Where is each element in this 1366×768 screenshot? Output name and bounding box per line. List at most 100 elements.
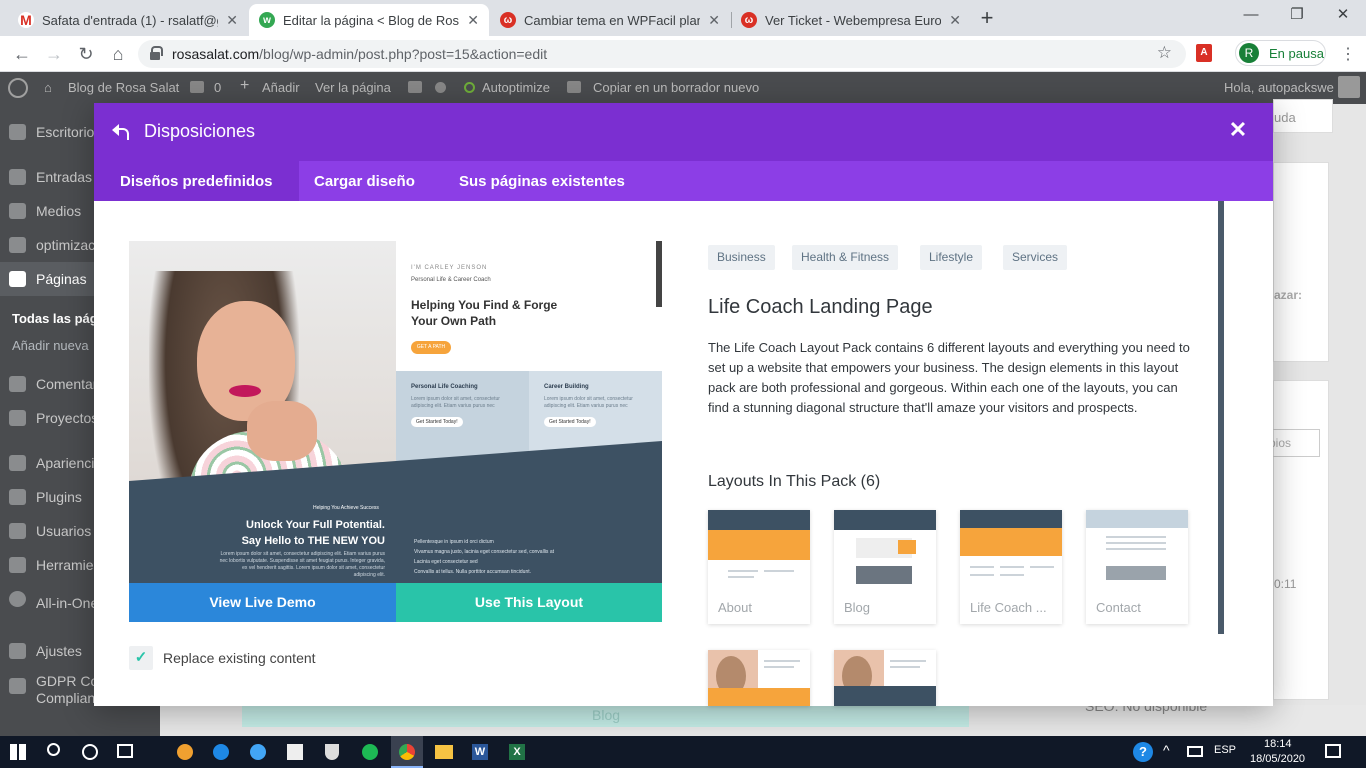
autoptimize-icon	[464, 82, 475, 93]
chrome-icon[interactable]	[391, 736, 423, 768]
comment-icon[interactable]	[190, 80, 204, 95]
browser-tab-gmail[interactable]: M Safata d'entrada (1) - rsalatf@gm ✕	[8, 4, 248, 36]
layout-card-blog[interactable]: Blog	[834, 510, 936, 624]
yoast-icon[interactable]	[408, 80, 422, 95]
chevron-up-icon[interactable]: ^	[1163, 742, 1170, 758]
layout-card-about[interactable]: About	[708, 510, 810, 624]
layout-card-contact[interactable]: Contact	[1086, 510, 1188, 624]
windows-start-icon[interactable]	[10, 744, 26, 760]
home-icon[interactable]: ⌂	[106, 42, 130, 66]
new-tab-button[interactable]: +	[978, 6, 996, 30]
site-name-link[interactable]: Blog de Rosa Salat	[68, 80, 179, 95]
minimize-button[interactable]: —	[1228, 4, 1274, 28]
autoptimize-link[interactable]: Autoptimize	[482, 80, 550, 95]
close-tab-icon[interactable]: ✕	[226, 12, 238, 29]
browser-menu-icon[interactable]: ⋮	[1340, 44, 1356, 64]
tag-lifestyle[interactable]: Lifestyle	[920, 245, 983, 270]
notification-icon[interactable]	[1325, 744, 1341, 758]
app-icon[interactable]	[287, 744, 303, 760]
layout-thumbnail	[708, 650, 810, 706]
ie-icon[interactable]	[250, 744, 266, 760]
app-icon[interactable]	[177, 744, 193, 760]
use-this-layout-button[interactable]: Use This Layout	[396, 583, 662, 622]
migration-icon	[9, 591, 26, 607]
spotify-icon[interactable]	[362, 744, 378, 760]
dashboard-icon	[9, 124, 26, 140]
task-view-icon[interactable]	[117, 744, 133, 758]
sidebar-box: mbios 0:11	[1250, 380, 1329, 700]
layout-card-life-coach[interactable]: Life Coach ...	[960, 510, 1062, 624]
word-icon[interactable]: W	[472, 744, 488, 760]
bookmark-star-icon[interactable]: ☆	[1157, 43, 1172, 63]
plugin-icon	[9, 489, 26, 505]
media-icon	[9, 203, 26, 219]
close-tab-icon[interactable]: ✕	[949, 12, 961, 29]
shield-icon[interactable]	[325, 744, 339, 760]
close-tab-icon[interactable]: ✕	[467, 12, 479, 29]
tag-services[interactable]: Services	[1003, 245, 1068, 270]
back-icon[interactable]: ←	[10, 42, 34, 66]
browser-tab-strip: M Safata d'entrada (1) - rsalatf@gm ✕ w …	[0, 0, 1366, 36]
help-tab[interactable]: uda	[1273, 99, 1333, 133]
modal-scrollbar[interactable]	[1218, 201, 1224, 634]
copy-draft-link[interactable]: Copiar en un borrador nuevo	[593, 80, 759, 95]
url-text: rosasalat.com/blog/wp-admin/post.php?pos…	[172, 46, 548, 62]
tab-paginas-existentes[interactable]: Sus páginas existentes	[433, 161, 651, 201]
pdf-extension-icon[interactable]: A	[1196, 44, 1212, 62]
profile-status: En pausa	[1269, 45, 1324, 61]
language-indicator[interactable]: ESP	[1214, 744, 1236, 756]
address-bar[interactable]: rosasalat.com/blog/wp-admin/post.php?pos…	[138, 40, 1186, 68]
close-tab-icon[interactable]: ✕	[708, 12, 720, 29]
close-window-button[interactable]: ✕	[1320, 4, 1366, 28]
taskbar: W X ? ^ ESP 18:14 18/05/2020	[0, 736, 1366, 768]
profile-button[interactable]: R En pausa	[1235, 40, 1326, 66]
layout-description: The Life Coach Layout Pack contains 6 di…	[708, 340, 1190, 415]
user-icon	[9, 523, 26, 539]
layout-card-landing[interactable]	[708, 650, 810, 706]
layout-thumbnail	[1086, 510, 1188, 588]
wordpress-logo-icon[interactable]	[8, 78, 28, 98]
user-avatar[interactable]	[1338, 76, 1360, 98]
browser-tab-ver-ticket[interactable]: ω Ver Ticket - Webempresa Europa ✕	[731, 4, 971, 36]
undo-icon[interactable]	[110, 123, 130, 141]
clock-time[interactable]: 18:14	[1264, 738, 1292, 750]
tag-business[interactable]: Business	[708, 245, 775, 270]
preview-scrollbar[interactable]	[656, 241, 662, 307]
search-icon[interactable]	[47, 743, 60, 756]
edge-icon[interactable]	[213, 744, 229, 760]
copy-icon	[567, 80, 581, 95]
gmail-icon: M	[18, 12, 34, 28]
sidebar-sub-anadir[interactable]: Añadir nueva	[12, 338, 89, 353]
forward-icon[interactable]: →	[42, 42, 66, 66]
add-new-link[interactable]: Añadir	[262, 80, 300, 95]
modal-title: Disposiciones	[144, 121, 256, 141]
plus-icon: +	[240, 77, 250, 94]
maximize-button[interactable]: ❐	[1274, 4, 1320, 28]
network-icon[interactable]	[1187, 746, 1203, 757]
browser-toolbar: ← → ↻ ⌂ rosasalat.com/blog/wp-admin/post…	[0, 36, 1366, 72]
folder-icon[interactable]	[435, 745, 453, 759]
wrench-icon	[9, 557, 26, 573]
wp-right-panel: uda azar: mbios 0:11	[1250, 99, 1366, 736]
excel-icon[interactable]: X	[509, 744, 525, 760]
comment-count: 0	[214, 80, 222, 95]
sidebar-sub-todas[interactable]: Todas las pág	[12, 311, 98, 326]
browser-tab-editar[interactable]: w Editar la página < Blog de Rosa S ✕	[249, 4, 489, 36]
view-live-demo-button[interactable]: View Live Demo	[129, 583, 396, 622]
comment-icon	[9, 376, 26, 392]
close-icon[interactable]: ✕	[1227, 119, 1249, 141]
cortana-icon[interactable]	[82, 744, 98, 760]
help-icon[interactable]: ?	[1133, 742, 1153, 762]
layout-card-home[interactable]	[834, 650, 936, 706]
clock-date[interactable]: 18/05/2020	[1250, 753, 1305, 765]
user-greeting[interactable]: Hola, autopackswe	[1224, 80, 1334, 95]
reload-icon[interactable]: ↻	[74, 42, 98, 66]
tab-disenos-predefinidos[interactable]: Diseños predefinidos	[94, 161, 299, 201]
view-page-link[interactable]: Ver la página	[315, 80, 391, 95]
layout-thumbnail	[834, 650, 936, 706]
tag-health-fitness[interactable]: Health & Fitness	[792, 245, 899, 270]
browser-tab-cambiar-tema[interactable]: ω Cambiar tema en WPFacil plantill ✕	[490, 4, 730, 36]
replace-content-checkbox[interactable]: ✓	[129, 646, 153, 670]
tab-cargar-diseno[interactable]: Cargar diseño	[288, 161, 441, 201]
layouts-modal: Disposiciones ✕ Diseños predefinidos Car…	[94, 103, 1273, 706]
